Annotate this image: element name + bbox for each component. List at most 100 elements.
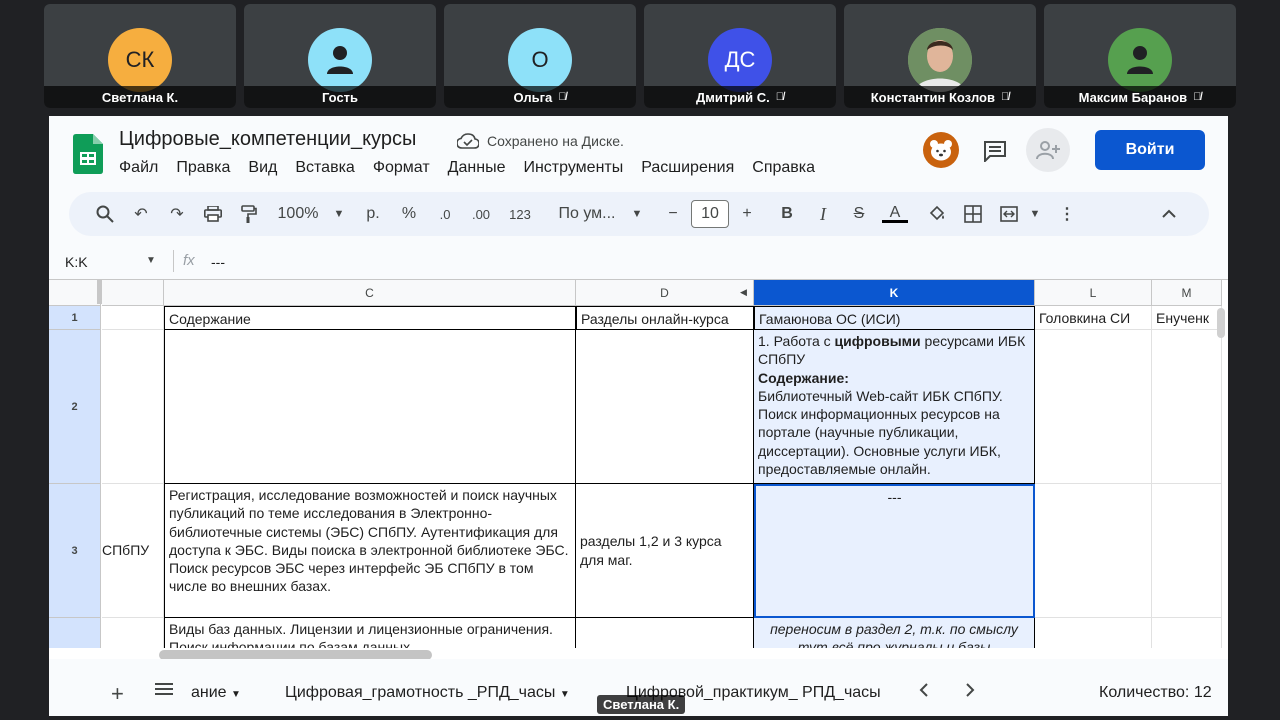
table-cell[interactable] bbox=[102, 306, 164, 330]
row-header[interactable]: 2 bbox=[49, 330, 101, 484]
chevron-down-icon[interactable]: ▼ bbox=[146, 255, 156, 266]
table-cell[interactable]: СПбПУ bbox=[102, 484, 164, 618]
comments-icon[interactable] bbox=[983, 140, 1007, 162]
menu-view[interactable]: Вид bbox=[248, 159, 277, 177]
table-cell[interactable]: Содержание bbox=[164, 306, 576, 330]
text-color-button[interactable]: A bbox=[877, 198, 913, 230]
formula-input[interactable]: --- bbox=[211, 254, 225, 270]
font-select[interactable]: По ум... bbox=[547, 198, 627, 230]
anonymous-animal-icon[interactable] bbox=[923, 132, 959, 168]
search-icon[interactable] bbox=[87, 198, 123, 230]
participant-tile[interactable]: ДС Дмитрий С. 🎙̸ bbox=[644, 4, 836, 108]
add-person-icon[interactable] bbox=[1026, 128, 1070, 172]
table-cell[interactable] bbox=[1035, 484, 1152, 618]
borders-icon[interactable] bbox=[955, 198, 991, 230]
column-header-k[interactable]: K bbox=[754, 280, 1035, 306]
column-header-b[interactable] bbox=[102, 280, 164, 306]
scroll-tabs-left-icon[interactable] bbox=[919, 683, 929, 702]
menu-edit[interactable]: Правка bbox=[176, 159, 230, 177]
active-cell[interactable]: --- bbox=[754, 484, 1035, 618]
chevron-down-icon[interactable]: ▼ bbox=[560, 689, 570, 700]
collapse-toolbar-icon[interactable] bbox=[1151, 198, 1187, 230]
column-header-d[interactable]: D bbox=[576, 280, 754, 306]
strikethrough-button[interactable]: S bbox=[841, 198, 877, 230]
avatar bbox=[308, 28, 372, 92]
table-cell[interactable] bbox=[1035, 330, 1152, 484]
print-icon[interactable] bbox=[195, 198, 231, 230]
menu-insert[interactable]: Вставка bbox=[295, 159, 354, 177]
table-cell[interactable]: 1. Работа с цифровыми ресурсами ИБК СПбП… bbox=[754, 330, 1035, 484]
scroll-tabs-right-icon[interactable] bbox=[965, 683, 975, 702]
paint-format-icon[interactable] bbox=[231, 198, 267, 230]
document-title[interactable]: Цифровые_компетенции_курсы bbox=[119, 128, 416, 151]
horizontal-scrollbar[interactable] bbox=[159, 650, 432, 659]
select-all-corner[interactable] bbox=[49, 280, 101, 306]
table-cell[interactable]: Енученк bbox=[1152, 306, 1222, 330]
italic-button[interactable]: I bbox=[805, 198, 841, 230]
currency-button[interactable]: р. bbox=[355, 198, 391, 230]
sheet-tab[interactable]: Цифровая_грамотность _РПД_часы ▼ bbox=[285, 684, 570, 702]
merge-cells-icon[interactable] bbox=[991, 198, 1027, 230]
redo-icon[interactable]: ↷ bbox=[159, 198, 195, 230]
name-box[interactable]: K:K bbox=[65, 254, 88, 270]
menu-extensions[interactable]: Расширения bbox=[641, 159, 734, 177]
number-format-button[interactable]: 123 bbox=[499, 198, 541, 230]
sheets-logo-icon[interactable] bbox=[73, 134, 103, 174]
row-header[interactable]: 3 bbox=[49, 484, 101, 618]
column-header-c[interactable]: C bbox=[164, 280, 576, 306]
more-options-icon[interactable]: ⋮ bbox=[1049, 198, 1085, 230]
decrease-decimal-button[interactable]: .0 bbox=[427, 198, 463, 230]
row-header[interactable]: 1 bbox=[49, 306, 101, 330]
spreadsheet-window: Цифровые_компетенции_курсы Сохранено на … bbox=[49, 116, 1228, 716]
table-cell[interactable] bbox=[102, 330, 164, 484]
chevron-down-icon[interactable]: ▼ bbox=[329, 198, 349, 230]
participant-tile[interactable]: О Ольга 🎙̸ bbox=[444, 4, 636, 108]
sheet-tab[interactable]: ание ▼ bbox=[191, 684, 241, 702]
add-sheet-button[interactable]: + bbox=[111, 681, 124, 707]
table-cell[interactable]: Гамаюнова ОС (ИСИ) bbox=[754, 306, 1035, 330]
speaker-label: Светлана К. bbox=[597, 695, 686, 714]
all-sheets-icon[interactable] bbox=[155, 682, 173, 701]
chevron-down-icon[interactable]: ▼ bbox=[627, 198, 647, 230]
font-size-decrease-button[interactable]: − bbox=[655, 198, 691, 230]
column-header-m[interactable]: M bbox=[1152, 280, 1222, 306]
font-size-input[interactable]: 10 bbox=[691, 200, 729, 228]
participant-tile[interactable]: Константин Козлов 🎙̸ bbox=[844, 4, 1036, 108]
menu-format[interactable]: Формат bbox=[373, 159, 430, 177]
zoom-select[interactable]: 100% bbox=[267, 198, 329, 230]
selection-count[interactable]: Количество: 12 bbox=[1099, 684, 1212, 702]
vertical-scrollbar[interactable] bbox=[1217, 308, 1225, 338]
participant-tile[interactable]: Максим Баранов 🎙̸ bbox=[1044, 4, 1236, 108]
participant-tile[interactable]: Гость bbox=[244, 4, 436, 108]
table-cell[interactable]: разделы 1,2 и 3 курса для маг. bbox=[576, 484, 754, 618]
bold-button[interactable]: B bbox=[769, 198, 805, 230]
increase-decimal-button[interactable]: .00 bbox=[463, 198, 499, 230]
participant-tile[interactable]: СК Светлана К. bbox=[44, 4, 236, 108]
undo-icon[interactable]: ↶ bbox=[123, 198, 159, 230]
font-size-increase-button[interactable]: + bbox=[729, 198, 765, 230]
table-cell[interactable] bbox=[1152, 484, 1222, 618]
menu-tools[interactable]: Инструменты bbox=[523, 159, 623, 177]
chevron-down-icon[interactable]: ▼ bbox=[231, 689, 241, 700]
column-header-l[interactable]: L bbox=[1035, 280, 1152, 306]
percent-button[interactable]: % bbox=[391, 198, 427, 230]
table-cell[interactable] bbox=[1152, 330, 1222, 484]
menu-help[interactable]: Справка bbox=[752, 159, 815, 177]
table-cell[interactable]: Головкина СИ bbox=[1035, 306, 1152, 330]
avatar: О bbox=[508, 28, 572, 92]
table-cell[interactable]: Регистрация, исследование возможностей и… bbox=[164, 484, 576, 618]
menu-data[interactable]: Данные bbox=[448, 159, 506, 177]
spreadsheet-grid[interactable]: C D ◀ K L M 1 Содержание Разделы онлайн-… bbox=[49, 279, 1228, 659]
table-cell[interactable] bbox=[576, 330, 754, 484]
hidden-columns-arrow-icon[interactable]: ◀ bbox=[740, 287, 747, 298]
fill-color-icon[interactable] bbox=[919, 198, 955, 230]
mic-off-icon: 🎙̸ bbox=[1193, 91, 1202, 103]
cloud-check-icon bbox=[457, 133, 479, 149]
signin-button[interactable]: Войти bbox=[1095, 130, 1205, 170]
participant-name: Константин Козлов 🎙̸ bbox=[844, 86, 1036, 108]
save-status[interactable]: Сохранено на Диске. bbox=[457, 133, 624, 149]
table-cell[interactable] bbox=[164, 330, 576, 484]
menu-file[interactable]: Файл bbox=[119, 159, 158, 177]
table-cell[interactable]: Разделы онлайн-курса bbox=[576, 306, 754, 330]
chevron-down-icon[interactable]: ▼ bbox=[1027, 198, 1043, 230]
